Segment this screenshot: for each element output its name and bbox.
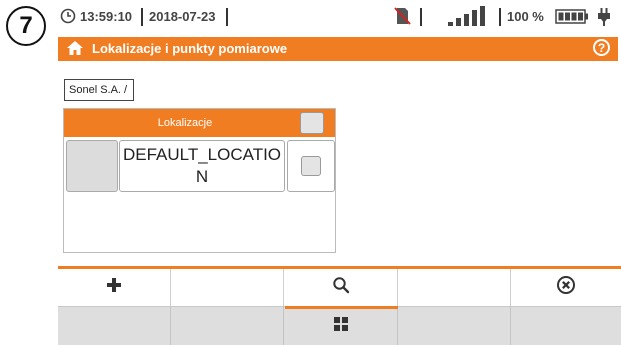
status-time: 13:59:10: [80, 9, 133, 24]
toolbar-empty-button[interactable]: [398, 307, 511, 345]
locations-panel: Lokalizacje DEFAULT_LOCATION: [63, 108, 336, 253]
location-checkbox[interactable]: [301, 156, 321, 176]
toolbar-row-secondary: [58, 306, 621, 345]
location-checkbox-cell[interactable]: [287, 140, 335, 192]
toolbar-empty-button[interactable]: [171, 269, 284, 306]
status-separator: [499, 8, 501, 26]
toolbar-empty-button[interactable]: [398, 269, 511, 306]
search-icon: [332, 276, 350, 299]
toolbar-row-primary: [58, 266, 621, 306]
cancel-icon: [556, 275, 576, 300]
battery-icon: [555, 9, 589, 27]
signal-strength-icon: [447, 5, 487, 30]
help-icon[interactable]: ?: [593, 39, 610, 56]
add-button[interactable]: [58, 269, 171, 306]
toolbar-empty-button[interactable]: [511, 307, 621, 345]
grid-view-button[interactable]: [285, 307, 398, 345]
status-separator: [141, 8, 143, 26]
search-button[interactable]: [285, 269, 398, 306]
page-title: Lokalizacje i punkty pomiarowe: [92, 41, 288, 56]
clock-icon: [60, 8, 76, 27]
locations-header-label: Lokalizacje: [157, 117, 213, 129]
status-separator: [226, 8, 228, 26]
location-name[interactable]: DEFAULT_LOCATION: [119, 140, 285, 192]
power-plug-icon: [597, 7, 611, 30]
toolbar-empty-button[interactable]: [171, 307, 284, 345]
home-icon[interactable]: [66, 39, 84, 62]
callout-number: 7: [6, 6, 46, 46]
grid-view-icon: [333, 316, 349, 337]
status-bar: 13:59:10 2018-07-23 100 %: [58, 6, 618, 30]
locations-header: Lokalizacje: [64, 109, 335, 137]
add-icon: [106, 277, 122, 298]
title-bar: Lokalizacje i punkty pomiarowe ?: [58, 37, 618, 61]
no-sd-card-icon: [392, 6, 412, 29]
select-all-checkbox[interactable]: [300, 112, 324, 134]
status-separator: [420, 8, 422, 26]
status-date: 2018-07-23: [149, 9, 216, 24]
location-thumbnail[interactable]: [66, 140, 118, 192]
active-tab-indicator: [285, 306, 398, 309]
cancel-button[interactable]: [511, 269, 621, 306]
bottom-toolbar: [58, 263, 621, 345]
battery-percent: 100 %: [507, 9, 544, 24]
toolbar-empty-button[interactable]: [58, 307, 171, 345]
breadcrumb[interactable]: Sonel S.A. /: [64, 79, 134, 101]
